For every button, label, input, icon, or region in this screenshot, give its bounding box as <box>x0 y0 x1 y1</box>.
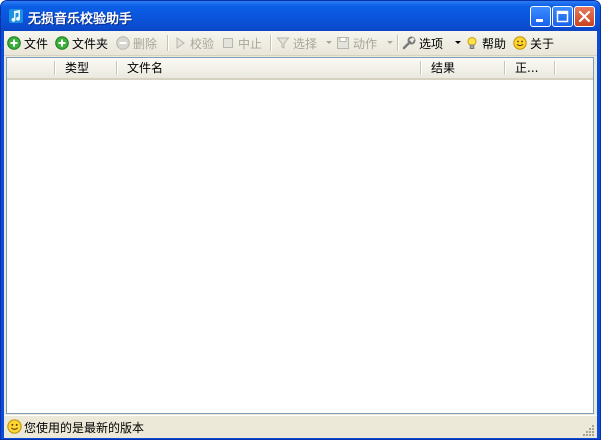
stop-label: 中止 <box>238 36 263 51</box>
maximize-button[interactable] <box>552 6 573 27</box>
window-title: 无损音乐校验助手 <box>28 12 133 27</box>
select-button[interactable]: 选择 <box>276 33 317 53</box>
minimize-button[interactable] <box>530 6 551 27</box>
options-button[interactable]: 选项 <box>402 33 443 53</box>
toolbar-separator <box>270 35 272 51</box>
minimize-icon <box>536 19 543 22</box>
column-header-filename[interactable]: 文件名 <box>118 58 420 78</box>
smiley-icon <box>513 36 527 50</box>
filter-icon <box>276 37 290 49</box>
column-header-result[interactable]: 结果 <box>422 58 504 78</box>
plus-circle-icon <box>55 36 69 50</box>
toolbar-separator <box>167 35 169 51</box>
add-file-button[interactable]: 文件 <box>7 33 48 53</box>
help-label: 帮助 <box>482 36 507 51</box>
help-button[interactable]: 帮助 <box>465 33 506 53</box>
delete-label: 删除 <box>133 36 158 51</box>
title-bar[interactable]: 无损音乐校验助手 <box>1 1 600 31</box>
options-label: 选项 <box>419 36 444 51</box>
add-folder-label: 文件夹 <box>72 36 109 51</box>
save-icon <box>337 37 349 49</box>
select-dropdown-arrow[interactable] <box>326 41 332 44</box>
stop-button[interactable]: 中止 <box>221 33 262 53</box>
about-label: 关于 <box>530 36 555 51</box>
about-button[interactable]: 关于 <box>513 33 554 53</box>
minus-circle-icon <box>116 36 130 50</box>
column-header-type[interactable]: 类型 <box>56 58 116 78</box>
lightbulb-icon <box>467 37 477 49</box>
column-header-checkbox[interactable] <box>7 58 54 78</box>
maximize-icon <box>556 10 569 23</box>
action-button[interactable]: 动作 <box>336 33 377 53</box>
play-icon <box>176 37 185 49</box>
file-list[interactable]: 类型 文件名 结果 正... <box>6 57 594 414</box>
options-dropdown-arrow[interactable] <box>455 41 461 44</box>
plus-circle-icon <box>7 36 21 50</box>
column-divider[interactable] <box>554 61 556 75</box>
add-folder-button[interactable]: 文件夹 <box>55 33 108 53</box>
close-button[interactable] <box>574 6 595 27</box>
stop-icon <box>223 38 233 48</box>
column-header-status[interactable]: 正... <box>506 58 554 78</box>
toolbar-separator <box>397 35 399 51</box>
status-message: 您使用的是最新的版本 <box>24 421 145 435</box>
wrench-icon <box>402 36 416 50</box>
verify-label: 校验 <box>190 36 215 51</box>
app-window: 无损音乐校验助手 文件 文件夹 删除 校验 中止 选择 动作 选项 帮助 关于 … <box>0 0 601 440</box>
add-file-label: 文件 <box>24 36 49 51</box>
music-note-icon <box>9 9 23 23</box>
status-bar: 您使用的是最新的版本 <box>4 415 597 438</box>
resize-grip-icon[interactable] <box>583 424 595 436</box>
action-label: 动作 <box>353 36 378 51</box>
delete-button[interactable]: 删除 <box>116 33 157 53</box>
verify-button[interactable]: 校验 <box>173 33 214 53</box>
smiley-icon <box>7 419 22 434</box>
select-label: 选择 <box>293 36 318 51</box>
action-dropdown-arrow[interactable] <box>387 41 393 44</box>
close-icon <box>578 10 591 23</box>
client-area: 文件 文件夹 删除 校验 中止 选择 动作 选项 帮助 关于 类型 文件名 结果… <box>4 31 597 438</box>
toolbar: 文件 文件夹 删除 校验 中止 选择 动作 选项 帮助 关于 <box>4 31 597 56</box>
list-header: 类型 文件名 结果 正... <box>7 58 593 80</box>
